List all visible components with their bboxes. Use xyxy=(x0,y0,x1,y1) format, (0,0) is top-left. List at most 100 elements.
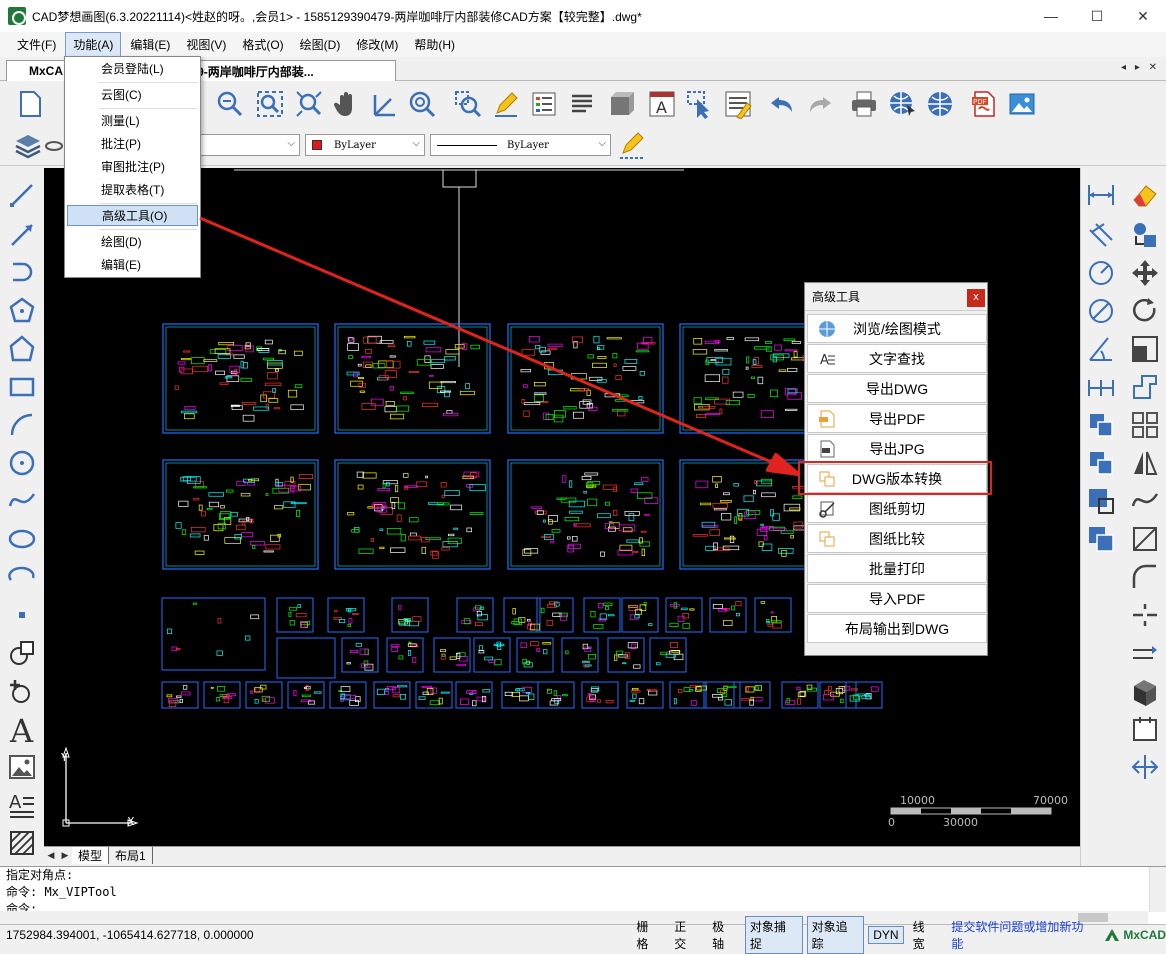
dyn-toggle[interactable]: DYN xyxy=(868,926,904,944)
maximize-button[interactable]: ☐ xyxy=(1074,0,1120,32)
rotate-icon[interactable] xyxy=(1127,294,1163,328)
text-search-button[interactable]: A 文字查找 xyxy=(807,344,987,373)
otrack-toggle[interactable]: 对象追踪 xyxy=(806,916,865,954)
group-icon[interactable] xyxy=(1083,522,1119,556)
tab-prev-icon[interactable]: ◀ xyxy=(44,850,58,861)
browse-draw-mode-button[interactable]: 浏览/绘图模式 xyxy=(807,314,987,343)
break-icon[interactable] xyxy=(1127,598,1163,632)
select-cursor-icon[interactable] xyxy=(684,88,716,120)
dim-continue-icon[interactable] xyxy=(1083,370,1119,404)
layers-icon[interactable] xyxy=(12,130,44,162)
line-icon[interactable] xyxy=(5,178,39,212)
properties-icon[interactable] xyxy=(566,88,598,120)
export-dwg-button[interactable]: 导出DWG xyxy=(807,374,987,403)
frame-icon[interactable] xyxy=(1127,712,1163,746)
ucs-axis-icon[interactable] xyxy=(368,88,400,120)
move-icon[interactable] xyxy=(1127,256,1163,290)
zoom-previous-icon[interactable] xyxy=(452,88,484,120)
menu-item-draw[interactable]: 绘图(D) xyxy=(67,232,198,253)
zoom-realtime-icon[interactable] xyxy=(406,88,438,120)
hatch-icon[interactable] xyxy=(5,826,39,860)
menu-format[interactable]: 格式(O) xyxy=(235,33,290,56)
panel-close-button[interactable]: x xyxy=(967,289,985,307)
freeform-polygon-icon[interactable] xyxy=(5,332,39,366)
menu-edit[interactable]: 编辑(E) xyxy=(123,33,177,56)
color-select[interactable]: ByLayer ⌵ xyxy=(305,134,425,156)
undo-icon[interactable] xyxy=(766,88,798,120)
pan-hand-icon[interactable] xyxy=(330,88,362,120)
spline-icon[interactable] xyxy=(5,484,39,518)
close-window-button[interactable]: ✕ xyxy=(1120,0,1166,32)
layout-export-dwg-button[interactable]: 布局输出到DWG xyxy=(807,614,987,643)
import-pdf-button[interactable]: 导入PDF xyxy=(807,584,987,613)
cloud-globe-icon[interactable] xyxy=(924,88,956,120)
zoom-all-icon[interactable] xyxy=(293,88,325,120)
align-icon[interactable] xyxy=(1127,750,1163,784)
offset-icon[interactable] xyxy=(1083,446,1119,480)
menu-function[interactable]: 功能(A) xyxy=(65,32,122,57)
circle-icon[interactable] xyxy=(5,446,39,480)
menu-modify[interactable]: 修改(M) xyxy=(349,33,405,56)
tab-next-icon[interactable]: ▶ xyxy=(58,850,72,861)
menu-item-advanced-tools[interactable]: 高级工具(O) xyxy=(67,205,198,226)
insert-block-icon[interactable] xyxy=(5,636,39,670)
new-file-icon[interactable] xyxy=(14,88,46,120)
menu-item-extract-table[interactable]: 提取表格(T) xyxy=(67,180,198,201)
web-globe-icon[interactable] xyxy=(886,88,918,120)
make-block-icon[interactable] xyxy=(5,674,39,708)
insert-image-icon[interactable] xyxy=(5,750,39,784)
command-window[interactable]: 指定对角点: 命令: Mx_VIPTool 命令: xyxy=(0,866,1166,924)
copy-icon[interactable] xyxy=(1127,218,1163,252)
pencil-draw-icon[interactable] xyxy=(490,88,522,120)
layer-select[interactable]: ⌵ xyxy=(200,134,300,156)
lineweight-toggle[interactable]: 线宽 xyxy=(908,916,942,954)
chamfer-icon[interactable] xyxy=(1127,522,1163,556)
explode-icon[interactable] xyxy=(1083,484,1119,518)
menu-item-measure[interactable]: 测量(L) xyxy=(67,111,198,132)
polar-toggle[interactable]: 极轴 xyxy=(707,916,741,954)
ray-icon[interactable] xyxy=(5,218,39,252)
layer-manager-icon[interactable] xyxy=(528,88,560,120)
fillet-icon[interactable] xyxy=(1127,560,1163,594)
ortho-toggle[interactable]: 正交 xyxy=(669,916,703,954)
ellipse-icon[interactable] xyxy=(5,522,39,556)
arc-icon[interactable] xyxy=(5,408,39,442)
drawing-compare-button[interactable]: 图纸比较 xyxy=(807,524,987,553)
join-icon[interactable] xyxy=(1127,636,1163,670)
export-pdf-button[interactable]: 导出PDF xyxy=(807,404,987,433)
dim-linear-icon[interactable] xyxy=(1083,178,1119,212)
block-icon[interactable] xyxy=(604,88,636,120)
dim-radius-icon[interactable] xyxy=(1083,256,1119,290)
dim-aligned-icon[interactable] xyxy=(1083,218,1119,252)
print-icon[interactable] xyxy=(848,88,880,120)
scale-icon[interactable] xyxy=(1127,332,1163,366)
redo-icon[interactable] xyxy=(804,88,836,120)
dim-diameter-icon[interactable] xyxy=(1083,294,1119,328)
stretch-icon[interactable] xyxy=(1127,370,1163,404)
batch-print-button[interactable]: 批量打印 xyxy=(807,554,987,583)
minimize-button[interactable]: — xyxy=(1028,0,1074,32)
grid-toggle[interactable]: 栅格 xyxy=(631,916,665,954)
lineweight-pencil-icon[interactable] xyxy=(616,130,648,162)
curve-fit-icon[interactable] xyxy=(1127,484,1163,518)
menu-item-annotate[interactable]: 批注(P) xyxy=(67,134,198,155)
menu-item-edit[interactable]: 编辑(E) xyxy=(67,255,198,276)
image-icon[interactable] xyxy=(1006,88,1038,120)
menu-help[interactable]: 帮助(H) xyxy=(407,33,462,56)
text-icon[interactable]: A xyxy=(5,712,39,746)
zoom-extents-icon[interactable] xyxy=(254,88,286,120)
menu-item-member-login[interactable]: 会员登陆(L) xyxy=(67,59,198,80)
polygon-icon[interactable] xyxy=(5,294,39,328)
linetype-select[interactable]: ByLayer ⌵ xyxy=(430,134,611,156)
menu-item-review-annotate[interactable]: 审图批注(P) xyxy=(67,157,198,178)
menu-view[interactable]: 视图(V) xyxy=(179,33,233,56)
array-icon[interactable] xyxy=(1083,408,1119,442)
erase-icon[interactable] xyxy=(1127,178,1163,212)
polyline-icon[interactable] xyxy=(5,256,39,290)
match-properties-icon[interactable] xyxy=(722,88,754,120)
text-style-icon[interactable]: A xyxy=(646,88,678,120)
tab-layout1[interactable]: 布局1 xyxy=(109,847,153,864)
menu-draw[interactable]: 绘图(D) xyxy=(293,33,348,56)
dim-angular-icon[interactable] xyxy=(1083,332,1119,366)
menu-item-cloud-drawing[interactable]: 云图(C) xyxy=(67,85,198,106)
